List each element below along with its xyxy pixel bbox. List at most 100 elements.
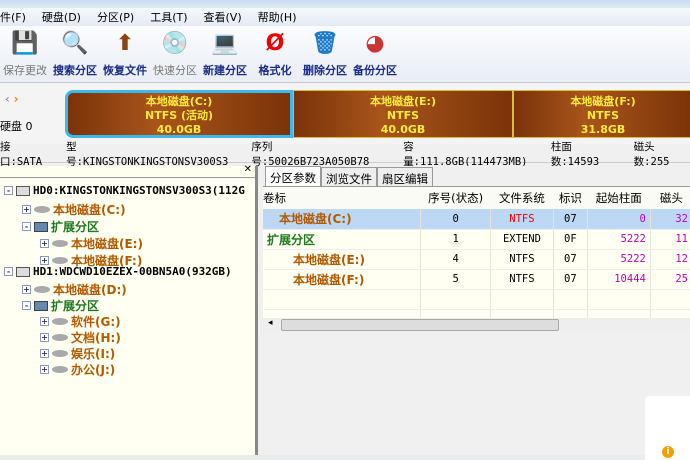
tree-item[interactable]: + 本地磁盘(D:) — [22, 281, 127, 298]
table-cell: 10444 — [587, 269, 651, 290]
disk-nav[interactable]: ‹ › — [5, 92, 19, 106]
scrollbar-thumb[interactable] — [281, 319, 559, 331]
table-row[interactable]: 扩展分区 1 EXTEND 0F 5222 11 — [263, 229, 690, 250]
toolbar-label: 备份分区 — [353, 64, 397, 77]
partition-name: 本地磁盘(F:) — [570, 95, 636, 108]
partition-icon — [52, 240, 68, 247]
collapse-icon[interactable]: - — [22, 301, 31, 310]
tab-sector-edit[interactable]: 扇区编辑 — [377, 167, 433, 186]
search-icon: 🔍 — [61, 31, 89, 56]
disk-info-bar: 接口:SATA 型号:KINGSTONKINGSTONSV300S3 序列号:5… — [0, 141, 690, 168]
delete-icon: 🗑 — [311, 31, 339, 56]
tree-item[interactable]: + 娱乐(I:) — [40, 345, 115, 362]
tree-item[interactable]: + 软件(G:) — [40, 313, 121, 330]
table-cell: 11 — [650, 229, 690, 250]
next-disk-icon[interactable]: › — [14, 92, 19, 106]
partition-block-c[interactable]: 本地磁盘(C:) NTFS (活动) 40.0GB — [65, 90, 293, 138]
expand-icon[interactable]: + — [40, 317, 49, 326]
menu-partition[interactable]: 分区(P) — [97, 9, 134, 25]
expand-icon[interactable]: + — [40, 365, 49, 374]
tree-item[interactable]: + 办公(J:) — [40, 361, 115, 378]
partition-table: 卷标 序号(状态) 文件系统 标识 起始柱面 磁头 本地磁盘(C:) 0 NTFS 07 0 32 扩… — [263, 187, 690, 330]
toolbar-label: 搜索分区 — [53, 64, 97, 77]
toolbar-button-5[interactable]: Ø 格式化 — [250, 26, 300, 82]
expand-icon[interactable]: + — [40, 239, 49, 248]
toolbar-button-4[interactable]: 💻 新建分区 — [200, 26, 250, 82]
table-cell: 5222 — [587, 229, 651, 250]
column-header[interactable]: 起始柱面 — [587, 187, 651, 209]
table-cell — [420, 289, 491, 310]
partition-size: 31.8GB — [580, 123, 626, 136]
tree-item[interactable]: - 扩展分区 — [22, 218, 99, 235]
panel-header: ✕ — [0, 164, 255, 178]
expand-icon[interactable]: + — [22, 205, 31, 214]
table-cell: 0F — [553, 229, 588, 250]
partition-size: 40.0GB — [380, 123, 426, 136]
tree-item[interactable]: - HD1:WDCWD10EZEX-00BN5A0(932GB) — [4, 265, 232, 278]
tab-partition-params[interactable]: 分区参数 — [265, 166, 321, 186]
toolbar-button-2[interactable]: ⬆ 恢复文件 — [100, 26, 150, 82]
toolbar-button-3[interactable]: 💿 快速分区 — [150, 26, 200, 82]
column-header[interactable]: 卷标 — [263, 187, 421, 209]
tree-item-label: 娱乐(I:) — [71, 347, 116, 361]
tree-item[interactable]: - 扩展分区 — [22, 297, 99, 314]
toolbar-label: 恢复文件 — [103, 64, 147, 77]
table-cell: 扩展分区 — [263, 229, 422, 250]
toolbar-label: 删除分区 — [303, 64, 347, 77]
menu-file[interactable]: 件(F) — [0, 9, 26, 25]
expand-icon[interactable]: + — [40, 333, 49, 342]
menu-tools[interactable]: 工具(T) — [150, 9, 187, 25]
tree-item[interactable]: + 文档(H:) — [40, 329, 121, 346]
table-row[interactable]: 本地磁盘(C:) 0 NTFS 07 0 32 — [263, 209, 690, 230]
column-header[interactable]: 文件系统 — [490, 187, 554, 209]
partition-icon — [52, 366, 68, 373]
tree-item[interactable]: - HD0:KINGSTONKINGSTONSV300S3(112G — [4, 184, 245, 197]
scroll-left-icon[interactable]: ◂ — [268, 318, 273, 328]
collapse-icon[interactable]: - — [4, 267, 13, 276]
cylinders-info: 柱面数:14593 — [550, 140, 600, 168]
expand-icon[interactable]: + — [40, 256, 49, 265]
model-info: 型号:KINGSTONKINGSTONSV300S3 — [66, 140, 229, 168]
empty-row — [263, 289, 690, 310]
toolbar-button-6[interactable]: 🗑 删除分区 — [300, 26, 350, 82]
menu-disk[interactable]: 硬盘(D) — [42, 9, 81, 25]
partition-block-e[interactable]: 本地磁盘(E:) NTFS 40.0GB — [293, 90, 513, 138]
prev-disk-icon[interactable]: ‹ — [5, 92, 10, 106]
tree-item-label: 扩展分区 — [51, 299, 100, 313]
toolbar-button-0[interactable]: 💾 保存更改 — [0, 26, 50, 82]
toolbar-button-7[interactable]: ◕ 备份分区 — [350, 26, 400, 82]
tree-item-label: 办公(J:) — [71, 363, 116, 377]
disk-label: 硬盘 0 — [0, 120, 33, 133]
horizontal-scrollbar[interactable]: ◂ — [263, 318, 690, 332]
info-icon: i — [662, 446, 674, 458]
table-cell: 32 — [650, 209, 690, 230]
expand-icon[interactable]: + — [22, 285, 31, 294]
table-cell — [263, 289, 422, 310]
partition-icon — [52, 257, 68, 264]
close-icon[interactable]: ✕ — [244, 164, 252, 175]
tree-item[interactable]: + 本地磁盘(C:) — [22, 201, 126, 218]
table-row[interactable]: 本地磁盘(E:) 4 NTFS 07 5222 12 — [263, 249, 690, 270]
table-cell — [490, 289, 555, 310]
partition-fs: NTFS — [586, 109, 620, 122]
partition-icon — [52, 350, 68, 357]
collapse-icon[interactable]: - — [22, 222, 31, 231]
partition-fs: NTFS — [386, 109, 420, 122]
toolbar-button-1[interactable]: 🔍 搜索分区 — [50, 26, 100, 82]
tree-item[interactable]: + 本地磁盘(E:) — [40, 235, 143, 252]
tree-item-label: 本地磁盘(C:) — [53, 203, 126, 217]
collapse-icon[interactable]: - — [4, 186, 13, 195]
column-header[interactable]: 标识 — [553, 187, 588, 209]
menu-view[interactable]: 查看(V) — [204, 9, 242, 25]
table-cell: 0 — [587, 209, 651, 230]
column-header[interactable]: 序号(状态) — [420, 187, 491, 209]
heads-info: 磁头数:255 — [633, 140, 670, 168]
tree-item-label: 扩展分区 — [51, 220, 100, 234]
menu-help[interactable]: 帮助(H) — [258, 9, 297, 25]
expand-icon[interactable]: + — [40, 349, 49, 358]
column-header[interactable]: 磁头 — [650, 187, 690, 209]
partition-block-f[interactable]: 本地磁盘(F:) NTFS 31.8GB — [513, 90, 690, 138]
table-row[interactable]: 本地磁盘(F:) 5 NTFS 07 10444 25 — [263, 269, 690, 290]
hard-disk-icon — [16, 266, 30, 277]
tab-browse-files[interactable]: 浏览文件 — [321, 167, 377, 186]
